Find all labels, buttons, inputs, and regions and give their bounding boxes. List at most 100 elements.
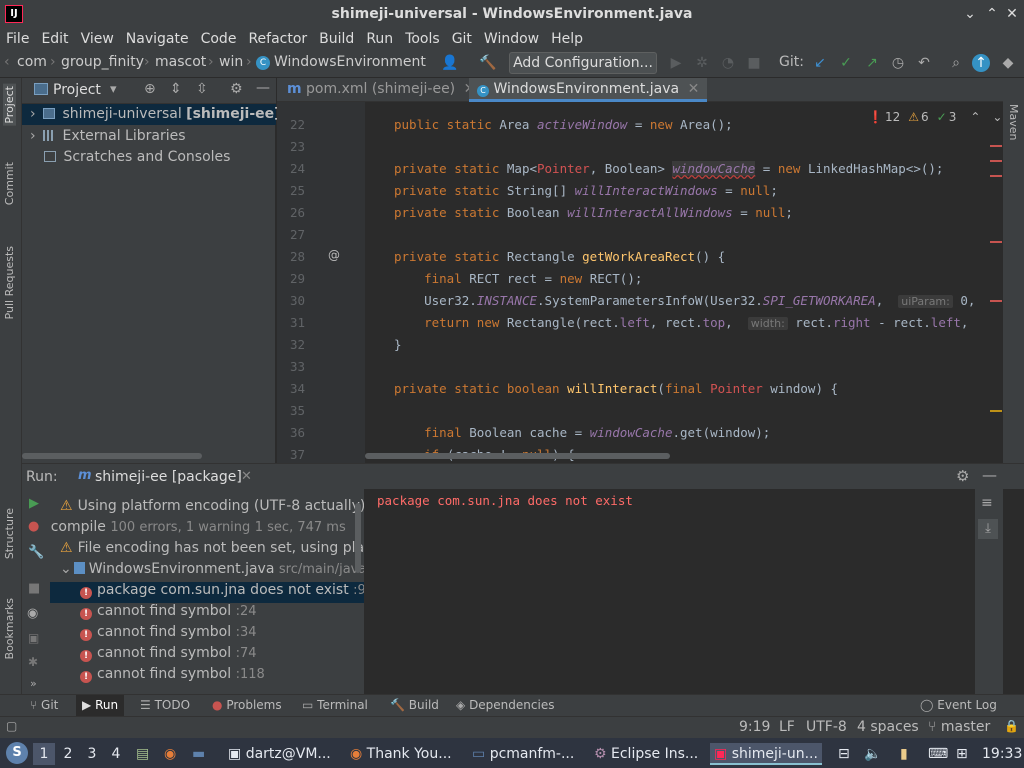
eye-icon[interactable]: ◉	[27, 606, 38, 621]
git-push-icon[interactable]: ↗	[862, 53, 882, 73]
build-tree-item[interactable]: ⌄ WindowsEnvironment.java src/main/java/	[60, 561, 364, 582]
task-eclipse-installer[interactable]: ⚙ Eclipse Ins...	[590, 743, 702, 765]
tree-item-shimeji-universal[interactable]: › shimeji-universal [shimeji-ee]	[22, 104, 281, 125]
horizontal-scrollbar[interactable]	[365, 453, 670, 459]
menu-run[interactable]: Run	[366, 31, 393, 47]
soft-wrap-icon[interactable]: ≡	[981, 495, 993, 511]
chevron-down-icon[interactable]: ⌄	[992, 110, 1002, 124]
history-icon[interactable]: ◷	[888, 53, 908, 73]
build-tree-item[interactable]: ⚠ File encoding has not been set, using p…	[60, 540, 364, 561]
gear-icon[interactable]: ⚙	[230, 81, 243, 97]
menu-help[interactable]: Help	[551, 31, 583, 47]
rollback-icon[interactable]: ↶	[914, 53, 934, 73]
caret-position[interactable]: 9:19	[739, 719, 770, 735]
workspace-1[interactable]: 1	[33, 743, 55, 765]
chevron-down-icon[interactable]: ⌄	[60, 561, 72, 577]
tool-tab-problems[interactable]: ● Problems	[212, 698, 282, 712]
code-editor[interactable]: public static Area activeWindow = new Ar…	[365, 102, 1003, 463]
tool-tab-git[interactable]: ⑂ Git	[30, 698, 58, 712]
toggle-tool-windows-icon[interactable]: ▢	[6, 719, 17, 733]
minimize-button[interactable]: ⌄	[960, 4, 980, 24]
breadcrumb-mascot[interactable]: mascot	[155, 54, 206, 70]
run-config-tab[interactable]: shimeji-ee [package]	[95, 469, 242, 485]
breadcrumb-win[interactable]: win	[219, 54, 243, 70]
hide-icon[interactable]: —	[982, 466, 997, 484]
menu-edit[interactable]: Edit	[41, 31, 68, 47]
error-stripe-mark[interactable]	[990, 300, 1002, 302]
build-tree-item-selected[interactable]: ! package com.sun.jna does not exist :9	[50, 582, 364, 603]
stripe-project[interactable]: Project	[3, 84, 16, 126]
tree-item-scratches[interactable]: Scratches and Consoles	[22, 147, 230, 168]
ide-logo-icon[interactable]: ◆	[998, 53, 1018, 73]
workspace-3[interactable]: 3	[81, 743, 103, 765]
menu-navigate[interactable]: Navigate	[126, 31, 189, 47]
line-separator[interactable]: LF	[779, 719, 795, 735]
vertical-scrollbar[interactable]	[355, 503, 361, 573]
build-tree-item[interactable]: ✖compile 100 errors, 1 warning 1 sec, 74…	[50, 519, 346, 540]
clipboard-icon[interactable]: ▮	[900, 743, 908, 765]
chevron-down-icon[interactable]: ▾	[110, 82, 117, 97]
tool-tab-terminal[interactable]: ▭ Terminal	[302, 698, 368, 712]
task-terminal[interactable]: ▣ dartz@VM...	[224, 743, 335, 765]
menu-git[interactable]: Git	[452, 31, 472, 47]
settings-icon[interactable]: ✱	[28, 655, 38, 669]
menu-refactor[interactable]: Refactor	[248, 31, 307, 47]
error-stripe-mark[interactable]	[990, 175, 1002, 177]
more-icon[interactable]: »	[30, 677, 37, 690]
task-intellij[interactable]: ▣ shimeji-un...	[710, 743, 822, 765]
menu-build[interactable]: Build	[319, 31, 354, 47]
clock[interactable]: 19:33	[982, 743, 1022, 765]
tool-tab-run[interactable]: ▶ Run	[76, 695, 125, 716]
task-pcmanfm[interactable]: ▭ pcmanfm-...	[468, 743, 578, 765]
inspection-widget[interactable]: ❗ 12 ⚠ 6 ✓ 3 ⌃ ⌄	[868, 110, 1002, 124]
error-stripe-mark[interactable]	[990, 145, 1002, 147]
chevron-right-icon[interactable]: ›	[30, 128, 36, 144]
workspace-switcher-icon[interactable]: ⊟	[838, 743, 850, 765]
git-commit-icon[interactable]: ✓	[836, 53, 856, 73]
wrench-icon[interactable]: 🔧	[28, 545, 44, 560]
menu-view[interactable]: View	[81, 31, 114, 47]
firefox-launcher-icon[interactable]: ◉	[164, 743, 176, 765]
volume-icon[interactable]: 🔈	[864, 743, 881, 765]
tool-tab-build[interactable]: 🔨 Build	[390, 698, 439, 712]
stripe-bookmarks[interactable]: Bookmarks	[3, 598, 16, 659]
camera-icon[interactable]: ▣	[28, 631, 39, 645]
coverage-icon[interactable]: ◔	[718, 53, 738, 73]
stripe-commit[interactable]: Commit	[3, 162, 16, 205]
desktop-launcher-icon[interactable]: ▬	[192, 743, 205, 765]
indent-setting[interactable]: 4 spaces	[857, 719, 919, 735]
tool-tab-dependencies[interactable]: ◈ Dependencies	[456, 698, 554, 712]
stop-icon[interactable]: ■	[744, 53, 764, 73]
menu-code[interactable]: Code	[201, 31, 237, 47]
breadcrumb-windowsenvironment[interactable]: WindowsEnvironment	[274, 54, 426, 70]
tab-pom-xml[interactable]: m pom.xml (shimeji-ee) ✕	[279, 78, 483, 102]
breadcrumb-com[interactable]: com	[17, 54, 47, 70]
start-menu-icon[interactable]: S	[6, 742, 28, 764]
close-icon[interactable]: ✕	[241, 469, 252, 484]
collapse-all-icon[interactable]: ⇳	[196, 81, 208, 97]
error-stripe-mark[interactable]	[990, 160, 1002, 162]
build-tree-item[interactable]: ! cannot find symbol :34	[80, 624, 257, 645]
tree-item-external-libraries[interactable]: › External Libraries	[22, 126, 186, 147]
close-button[interactable]: ✕	[1002, 4, 1022, 24]
add-configuration-button[interactable]: Add Configuration...	[509, 52, 657, 74]
workspace-4[interactable]: 4	[105, 743, 127, 765]
lock-icon[interactable]: 🔒	[1004, 719, 1019, 733]
build-hammer-icon[interactable]: 🔨	[478, 53, 498, 73]
warning-stripe-mark[interactable]	[990, 410, 1002, 412]
stripe-pull-requests[interactable]: Pull Requests	[3, 246, 16, 319]
editor-gutter[interactable]: 22 23 24 25 26 27 28 29 30 31 32 33 34 3…	[277, 102, 365, 463]
stop-icon[interactable]: ●	[28, 519, 39, 534]
git-branch[interactable]: ⑂ master	[928, 719, 990, 735]
rerun-icon[interactable]: ▶	[29, 496, 39, 511]
file-encoding[interactable]: UTF-8	[806, 719, 847, 735]
run-icon[interactable]: ▶	[666, 53, 686, 73]
horizontal-scrollbar[interactable]	[22, 453, 202, 459]
menu-window[interactable]: Window	[484, 31, 539, 47]
network-icon[interactable]: ⊞	[956, 743, 968, 765]
maximize-button[interactable]: ⌃	[982, 4, 1002, 24]
build-tree-item[interactable]: ! cannot find symbol :74	[80, 645, 257, 666]
file-manager-launcher-icon[interactable]: ▤	[136, 743, 149, 765]
user-icon[interactable]: 👤	[440, 53, 460, 73]
stripe-maven[interactable]: Maven	[1007, 104, 1020, 140]
